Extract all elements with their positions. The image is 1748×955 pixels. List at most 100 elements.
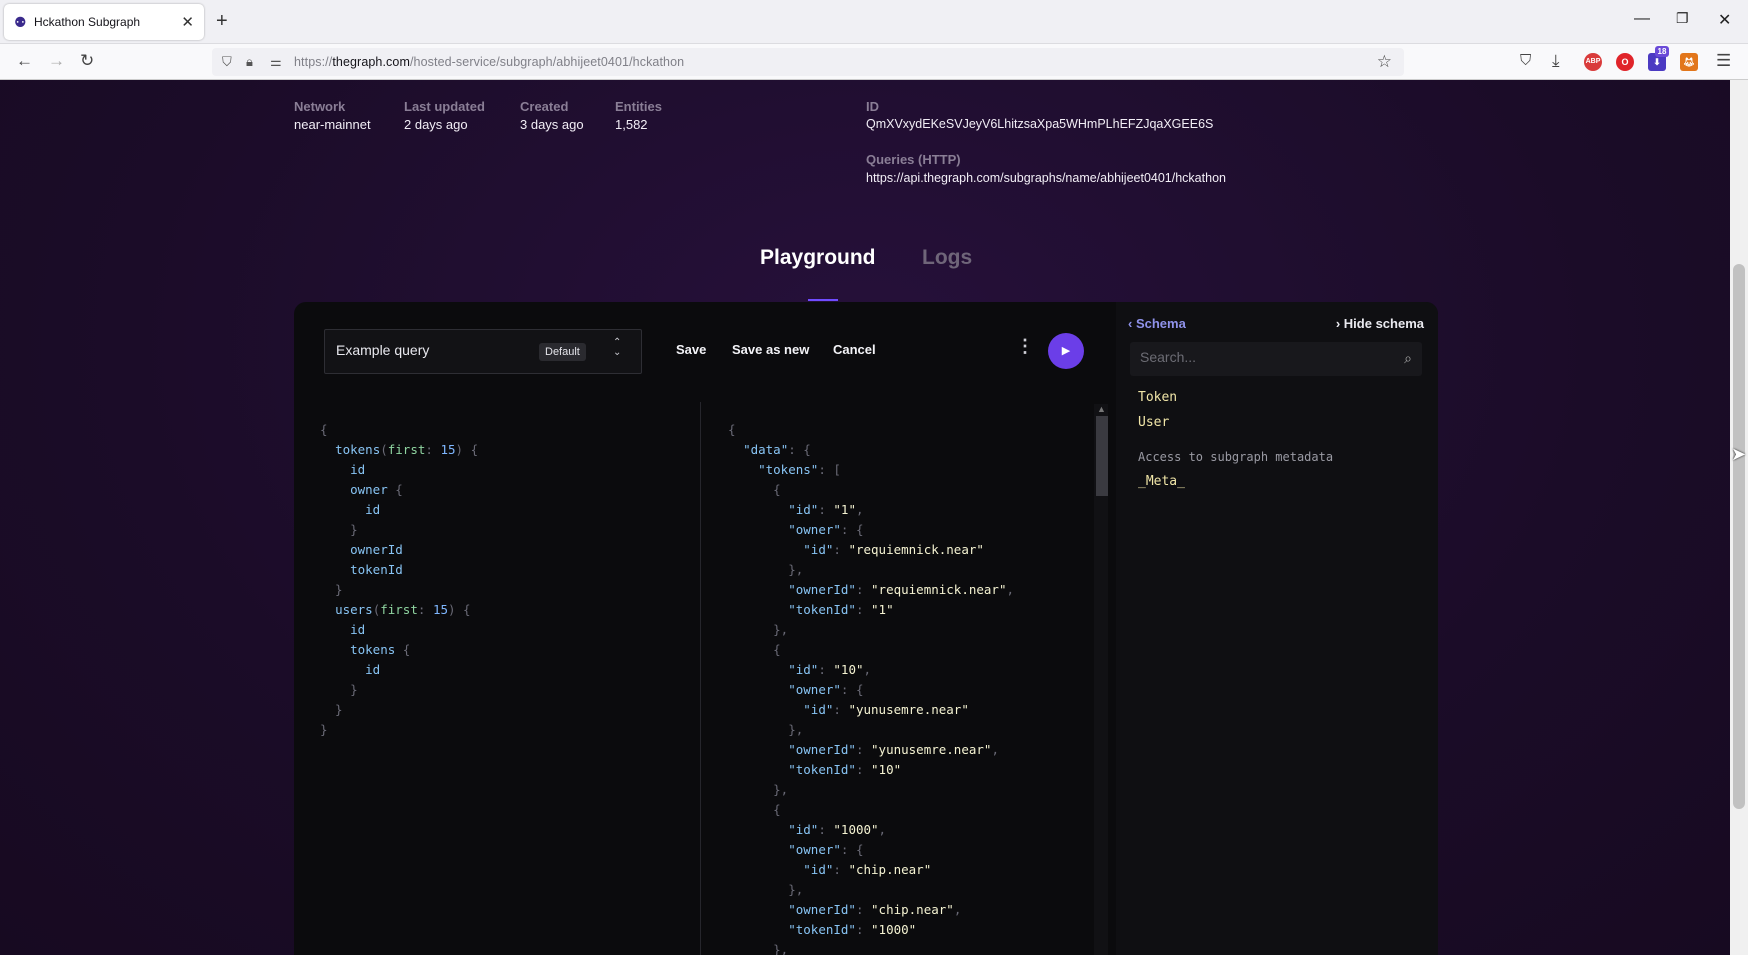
metamask-icon[interactable]: 🦊︎ xyxy=(1680,53,1698,71)
created-label: Created xyxy=(520,99,569,114)
lock-icon[interactable]: 🔒︎ xyxy=(246,54,253,70)
query-line: tokens(first: 15) { xyxy=(335,442,479,457)
result-line: "tokenId": "1000" xyxy=(788,922,917,937)
tab-logs[interactable]: Logs xyxy=(922,246,972,270)
query-line: owner { xyxy=(350,482,403,497)
tab-title: Hckathon Subgraph xyxy=(34,15,141,29)
id-value[interactable]: QmXVxydEKeSVJeyV6LhitzsaXpa5WHmPLhEFZJqa… xyxy=(866,117,1213,131)
result-line: "id": "chip.near" xyxy=(803,862,932,877)
url-text[interactable]: https://thegraph.com/hosted-service/subg… xyxy=(294,55,684,69)
schema-back-button[interactable]: ‹ Schema xyxy=(1128,316,1186,331)
chevron-right-icon: › xyxy=(1335,316,1344,331)
result-line: { xyxy=(728,422,736,437)
shield-icon[interactable]: ⛉ xyxy=(222,54,232,70)
minimize-icon[interactable]: — xyxy=(1634,10,1650,28)
result-line: }, xyxy=(728,562,804,577)
query-line: id xyxy=(350,462,366,477)
result-line: "id": "yunusemre.near" xyxy=(803,702,969,717)
adblock-plus-icon[interactable]: ABP xyxy=(1584,53,1602,71)
pocket-icon[interactable]: ⛉ xyxy=(1520,52,1531,70)
result-line: "owner": { xyxy=(788,522,864,537)
result-scroll-thumb[interactable] xyxy=(1096,416,1108,496)
browser-tab[interactable]: ⚉ Hckathon Subgraph ✕ xyxy=(4,4,204,40)
result-line: { xyxy=(728,642,781,657)
result-line: "data": { xyxy=(743,442,811,457)
result-line: }, xyxy=(728,942,789,955)
run-query-button[interactable]: ▶ xyxy=(1048,333,1084,369)
close-window-icon[interactable]: ✕ xyxy=(1718,10,1731,30)
tab-playground[interactable]: Playground xyxy=(760,246,876,270)
query-editor[interactable]: { tokens(first: 15) { id owner { id } ow… xyxy=(320,420,478,740)
query-line: tokenId xyxy=(350,562,403,577)
hide-schema-button[interactable]: › Hide schema xyxy=(1336,316,1424,331)
new-tab-button[interactable]: + xyxy=(216,10,228,32)
url-path: /hosted-service/subgraph/abhijeet0401/hc… xyxy=(409,55,685,69)
result-line: "tokenId": "10" xyxy=(788,762,902,777)
query-selector[interactable]: Example query Default ⌃ ⌄ xyxy=(324,329,642,374)
address-bar[interactable]: ⛉ 🔒︎ ⚌ https://thegraph.com/hosted-servi… xyxy=(212,48,1404,76)
result-line: "id": "1", xyxy=(788,502,864,517)
hide-schema-label: Hide schema xyxy=(1343,316,1424,331)
query-line: { xyxy=(320,422,328,437)
reload-icon[interactable]: ↻ xyxy=(80,52,94,70)
query-line: id xyxy=(365,662,381,677)
created-value: 3 days ago xyxy=(520,117,584,132)
query-line: ownerId xyxy=(350,542,403,557)
result-line: "id": "requiemnick.near" xyxy=(803,542,984,557)
result-line: "owner": { xyxy=(788,842,864,857)
schema-panel: ‹ Schema › Hide schema ⌕ Token User Acce… xyxy=(1116,302,1438,955)
mouse-cursor-icon: ➤ xyxy=(1731,444,1747,464)
query-line: } xyxy=(320,522,358,537)
result-line: "id": "10", xyxy=(788,662,872,677)
result-line: }, xyxy=(728,622,789,637)
query-line: id xyxy=(365,502,381,517)
url-domain: thegraph.com xyxy=(332,55,410,69)
last-updated-label: Last updated xyxy=(404,99,485,114)
query-name: Example query xyxy=(336,342,430,358)
default-badge: Default xyxy=(539,343,586,361)
query-line: users(first: 15) { xyxy=(335,602,471,617)
entities-label: Entities xyxy=(615,99,662,114)
playground-panel: Example query Default ⌃ ⌄ Save Save as ne… xyxy=(294,302,1438,955)
active-tab-indicator xyxy=(808,299,838,301)
browser-nav-bar: ← → ↻ ⛉ 🔒︎ ⚌ https://thegraph.com/hosted… xyxy=(0,44,1748,80)
id-label: ID xyxy=(866,99,879,114)
network-value: near-mainnet xyxy=(294,117,371,132)
close-tab-icon[interactable]: ✕ xyxy=(181,13,194,31)
query-line: } xyxy=(320,582,343,597)
save-as-new-button[interactable]: Save as new xyxy=(732,342,809,357)
page-scroll-thumb[interactable] xyxy=(1733,264,1745,809)
schema-type-token[interactable]: Token xyxy=(1138,390,1177,405)
back-icon[interactable]: ← xyxy=(16,52,33,70)
result-line: }, xyxy=(728,882,804,897)
result-line: { xyxy=(728,482,781,497)
schema-search-box: ⌕ xyxy=(1130,342,1422,376)
forward-icon[interactable]: → xyxy=(48,52,65,70)
result-line: "id": "1000", xyxy=(788,822,887,837)
network-label: Network xyxy=(294,99,346,114)
opera-icon[interactable]: O xyxy=(1616,53,1634,71)
scroll-up-arrow-icon[interactable]: ▲ xyxy=(1097,404,1106,414)
result-line: "ownerId": "yunusemre.near", xyxy=(788,742,999,757)
more-options-icon[interactable]: ⋮ xyxy=(1016,336,1034,357)
schema-type-user[interactable]: User xyxy=(1138,415,1169,430)
schema-type-meta[interactable]: _Meta_ xyxy=(1138,474,1185,489)
cancel-button[interactable]: Cancel xyxy=(833,342,876,357)
query-line: tokens { xyxy=(350,642,411,657)
restore-icon[interactable]: ❐ xyxy=(1676,10,1689,27)
result-viewer: { "data": { "tokens": [ { "id": "1", "ow… xyxy=(728,420,1014,955)
select-arrows-icon: ⌃ ⌄ xyxy=(613,337,622,358)
search-icon[interactable]: ⌕ xyxy=(1404,350,1412,367)
schema-back-label: Schema xyxy=(1135,316,1186,331)
queries-http-url[interactable]: https://api.thegraph.com/subgraphs/name/… xyxy=(866,171,1226,185)
result-line: "ownerId": "chip.near", xyxy=(788,902,962,917)
chevron-left-icon: ‹ xyxy=(1128,316,1136,331)
schema-search-input[interactable] xyxy=(1140,349,1380,365)
download-icon[interactable]: ⤓ xyxy=(1552,52,1560,70)
menu-icon[interactable]: ☰ xyxy=(1716,52,1731,70)
graph-favicon-icon: ⚉ xyxy=(14,13,27,30)
permissions-icon[interactable]: ⚌ xyxy=(270,54,282,70)
bookmark-star-icon[interactable]: ☆ xyxy=(1377,52,1392,72)
extension-count-badge: 18 xyxy=(1655,46,1669,57)
save-button[interactable]: Save xyxy=(676,342,706,357)
